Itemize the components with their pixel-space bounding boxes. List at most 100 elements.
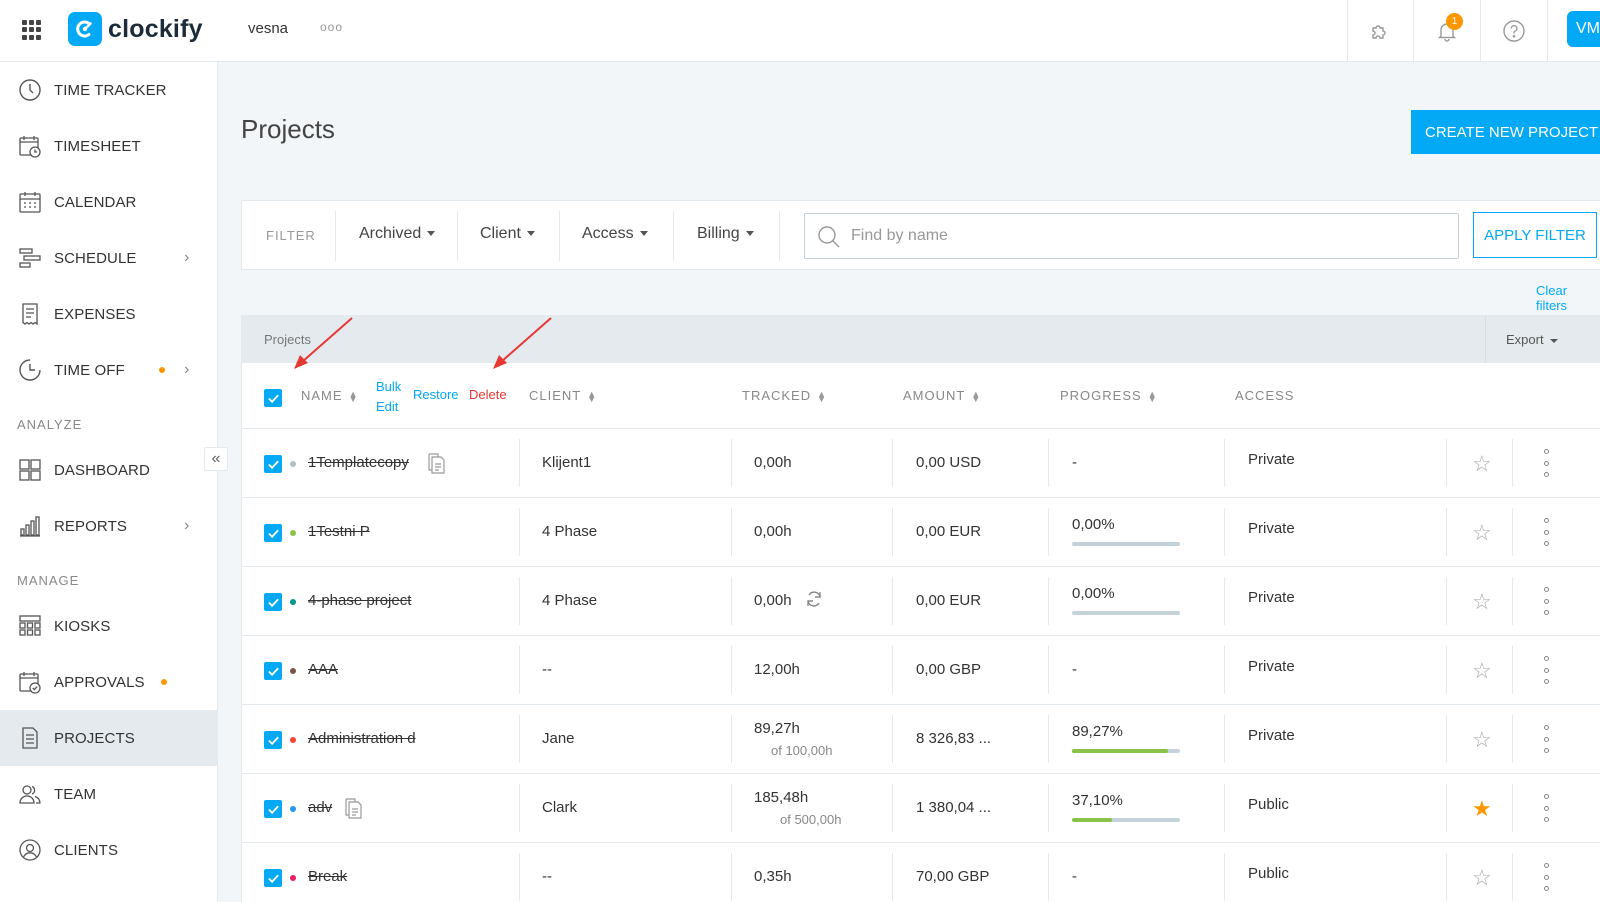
- project-name[interactable]: 1Testni P: [308, 523, 370, 540]
- table-row[interactable]: 1Testni P 4 Phase 0,00h 0,00 EUR 0,00% Privat…: [242, 498, 1600, 567]
- sidebar-item-time-off[interactable]: TIME OFF ›: [0, 342, 218, 398]
- divider: [1480, 0, 1481, 62]
- favorite-star-icon[interactable]: ☆: [1472, 658, 1492, 684]
- sidebar-item-kiosks[interactable]: KIOSKS: [0, 598, 218, 654]
- document-icon: [22, 727, 38, 749]
- section-label-manage: MANAGE: [17, 573, 80, 588]
- sidebar-item-label: TIMESHEET: [54, 137, 141, 155]
- column-header-tracked[interactable]: TRACKED ▲ ▼: [742, 388, 827, 403]
- row-menu-icon[interactable]: [1542, 449, 1550, 477]
- project-name[interactable]: adv: [308, 799, 332, 816]
- amount-cell: 0,00 USD: [916, 454, 982, 471]
- select-all-checkbox[interactable]: [264, 389, 282, 407]
- row-menu-icon[interactable]: [1542, 863, 1550, 891]
- column-header-amount[interactable]: AMOUNT ▲ ▼: [903, 388, 981, 403]
- apply-filter-button[interactable]: APPLY FILTER: [1473, 212, 1597, 258]
- logo[interactable]: clockify: [68, 12, 203, 46]
- table-row[interactable]: AAA -- 12,00h 0,00 GBP - Private ☆: [242, 636, 1600, 705]
- favorite-star-icon[interactable]: ☆: [1472, 520, 1492, 546]
- project-name[interactable]: Break: [308, 868, 347, 885]
- template-copy-icon[interactable]: [343, 798, 363, 820]
- amount-cell: 70,00 GBP: [916, 868, 990, 885]
- sidebar-item-clients[interactable]: CLIENTS: [0, 822, 218, 878]
- bulk-edit-link[interactable]: Bulk Edit: [376, 377, 401, 417]
- row-menu-icon[interactable]: [1542, 656, 1550, 684]
- progress-fill: [1072, 818, 1113, 822]
- favorite-star-icon[interactable]: ★: [1472, 796, 1492, 822]
- access-dropdown[interactable]: Access: [582, 225, 648, 243]
- table-title: Projects: [264, 332, 311, 347]
- workspace-name[interactable]: vesna: [248, 20, 288, 37]
- sidebar-item-team[interactable]: TEAM: [0, 766, 218, 822]
- row-menu-icon[interactable]: [1542, 518, 1550, 546]
- divider: [1512, 715, 1513, 763]
- row-checkbox[interactable]: [264, 662, 282, 680]
- schedule-icon: [19, 248, 41, 268]
- divider: [892, 784, 893, 832]
- user-avatar[interactable]: VM: [1567, 11, 1600, 47]
- table-row[interactable]: 4-phase project 4 Phase 0,00h 0,00 EUR 0,00%…: [242, 567, 1600, 636]
- row-menu-icon[interactable]: [1542, 794, 1550, 822]
- table-row[interactable]: 1Templatecopy Klijent1 0,00h 0,00 USD - Priva…: [242, 429, 1600, 498]
- sidebar-item-projects[interactable]: PROJECTS: [0, 710, 218, 766]
- clear-filters-link[interactable]: Clear filters: [1536, 283, 1600, 313]
- divider: [1446, 508, 1447, 556]
- row-checkbox[interactable]: [264, 455, 282, 473]
- divider: [1512, 577, 1513, 625]
- column-header-name[interactable]: NAME ▲ ▼: [301, 388, 358, 403]
- project-name[interactable]: Administration d: [308, 730, 416, 747]
- favorite-star-icon[interactable]: ☆: [1472, 865, 1492, 891]
- favorite-star-icon[interactable]: ☆: [1472, 451, 1492, 477]
- template-copy-icon[interactable]: [426, 453, 446, 475]
- billing-dropdown[interactable]: Billing: [697, 225, 754, 243]
- table-row[interactable]: adv Clark 185,48h of 500,00h 1 380,04 ... 37,…: [242, 774, 1600, 843]
- collapse-sidebar-button[interactable]: «: [204, 447, 228, 471]
- sidebar-item-approvals[interactable]: APPROVALS: [0, 654, 218, 710]
- favorite-star-icon[interactable]: ☆: [1472, 727, 1492, 753]
- progress-value: -: [1072, 661, 1077, 678]
- sync-icon[interactable]: [804, 589, 824, 609]
- divider: [1446, 577, 1447, 625]
- clients-icon: [19, 839, 41, 861]
- restore-link[interactable]: Restore: [413, 387, 459, 402]
- column-header-progress[interactable]: PROGRESS ▲ ▼: [1060, 388, 1158, 403]
- sort-icon: ▲ ▼: [348, 388, 359, 404]
- sidebar-item-expenses[interactable]: EXPENSES: [0, 286, 218, 342]
- column-header-client[interactable]: CLIENT ▲ ▼: [529, 388, 597, 403]
- client-cell: Clark: [542, 799, 578, 816]
- project-name[interactable]: 4-phase project: [308, 592, 411, 609]
- project-name[interactable]: AAA: [308, 661, 338, 678]
- row-checkbox[interactable]: [264, 524, 282, 542]
- divider: [673, 211, 674, 261]
- sidebar-item-calendar[interactable]: CALENDAR: [0, 174, 218, 230]
- archived-dropdown[interactable]: Archived: [359, 225, 436, 243]
- row-checkbox[interactable]: [264, 731, 282, 749]
- sidebar-item-schedule[interactable]: SCHEDULE ›: [0, 230, 218, 286]
- sidebar-item-label: KIOSKS: [54, 617, 111, 635]
- sidebar-item-timesheet[interactable]: TIMESHEET: [0, 118, 218, 174]
- help-icon[interactable]: [1497, 14, 1531, 48]
- sidebar-item-dashboard[interactable]: DASHBOARD: [0, 442, 218, 498]
- checkmark-icon: [267, 805, 279, 814]
- project-name[interactable]: 1Templatecopy: [308, 454, 409, 471]
- sidebar-item-time-tracker[interactable]: TIME TRACKER: [0, 62, 218, 118]
- row-menu-icon[interactable]: [1542, 725, 1550, 753]
- row-checkbox[interactable]: [264, 593, 282, 611]
- favorite-star-icon[interactable]: ☆: [1472, 589, 1492, 615]
- workspace-menu-icon[interactable]: ooo: [320, 20, 343, 34]
- table-row[interactable]: Break -- 0,35h 70,00 GBP - Public ☆: [242, 843, 1600, 902]
- row-checkbox[interactable]: [264, 800, 282, 818]
- row-checkbox[interactable]: [264, 869, 282, 887]
- row-menu-icon[interactable]: [1542, 587, 1550, 615]
- search-input[interactable]: [851, 222, 1441, 250]
- sidebar-item-reports[interactable]: REPORTS ›: [0, 498, 218, 554]
- client-dropdown[interactable]: Client: [480, 225, 535, 243]
- create-new-project-button[interactable]: CREATE NEW PROJECT: [1411, 110, 1600, 154]
- apps-grid-icon[interactable]: [22, 20, 42, 40]
- table-row[interactable]: Administration d Jane 89,27h of 100,00h 8 32…: [242, 705, 1600, 774]
- export-dropdown[interactable]: Export: [1506, 332, 1558, 347]
- delete-link[interactable]: Delete: [469, 387, 507, 402]
- export-label: Export: [1506, 332, 1544, 347]
- timesheet-icon: [19, 136, 41, 158]
- puzzle-icon[interactable]: [1363, 14, 1397, 48]
